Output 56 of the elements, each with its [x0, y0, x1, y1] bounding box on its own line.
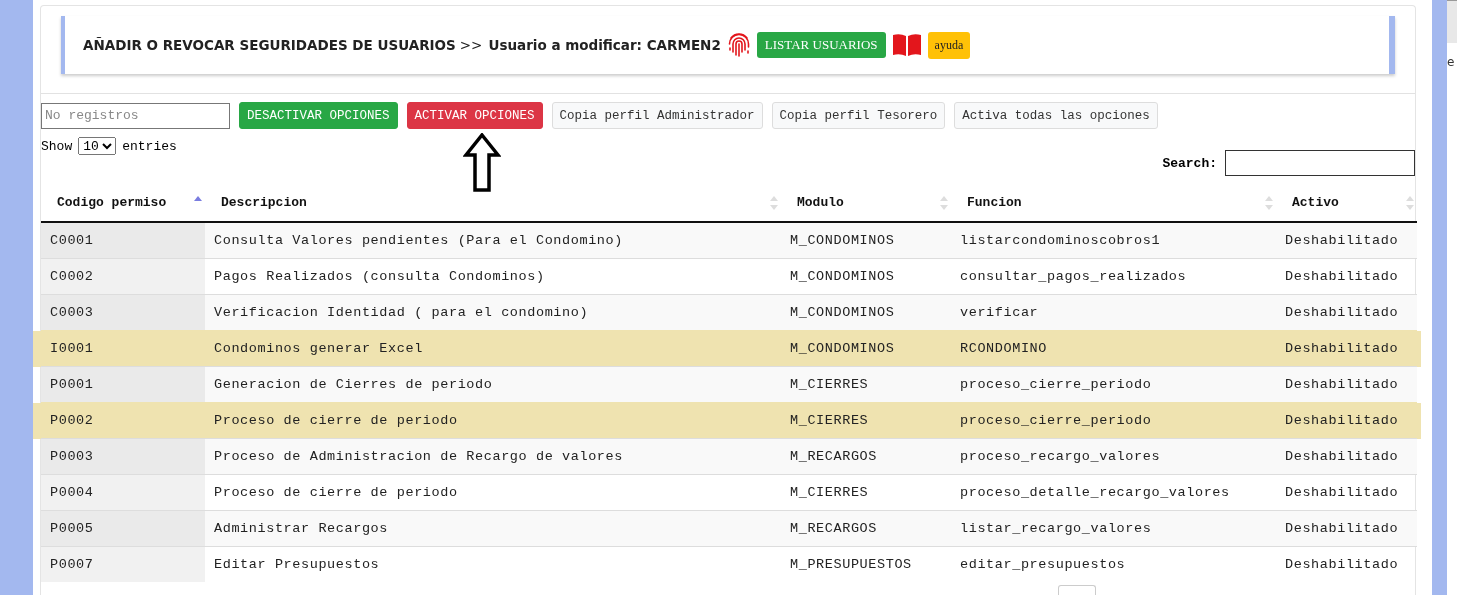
table-cell: C0003 [41, 294, 205, 331]
table-cell: Consulta Valores pendientes (Para el Condomino) [205, 222, 781, 259]
table-cell: Proceso de cierre de periodo [205, 402, 781, 439]
table-cell: RCONDOMINO [951, 330, 1276, 367]
table-cell: proceso_recargo_valores [951, 438, 1276, 475]
page-title: AÑADIR O REVOCAR SEGURIDADES DE USUARIOS [83, 37, 456, 53]
table-cell: Deshabilitado [1276, 510, 1417, 547]
option-button[interactable]: Activa todas las opciones [954, 102, 1158, 129]
table-cell: P0005 [41, 510, 205, 547]
table-cell: M_CONDOMINOS [781, 294, 951, 331]
book-icon [891, 33, 922, 57]
table-cell: proceso_cierre_periodo [951, 402, 1276, 439]
table-cell: Deshabilitado [1276, 438, 1417, 475]
table-cell: M_RECARGOS [781, 510, 951, 547]
side-text: e [1447, 54, 1456, 69]
help-button[interactable]: ayuda [927, 31, 971, 59]
breadcrumb-separator: >> [459, 37, 483, 53]
table-cell: Deshabilitado [1276, 222, 1417, 259]
table-cell: M_CIERRES [781, 366, 951, 403]
search-label: Search: [1162, 155, 1217, 171]
user-label: Usuario a modificar: CARMEN2 [488, 37, 721, 53]
show-label: Show [41, 138, 73, 154]
search-field[interactable] [1225, 150, 1415, 176]
table-cell: M_RECARGOS [781, 438, 951, 475]
table-cell: proceso_cierre_periodo [951, 366, 1276, 403]
table-cell: Condominos generar Excel [205, 330, 781, 367]
activate-button[interactable]: ACTIVAR OPCIONES [406, 102, 543, 129]
table-cell: Deshabilitado [1276, 294, 1417, 331]
table-cell: Deshabilitado [1276, 546, 1417, 582]
table-cell: C0002 [41, 258, 205, 295]
up-arrow-icon [463, 133, 501, 193]
option-button[interactable]: Copia perfil Administrador [551, 102, 763, 129]
table-cell: M_CONDOMINOS [781, 330, 951, 367]
table-cell: Administrar Recargos [205, 510, 781, 547]
table-cell: P0007 [41, 546, 205, 582]
table-cell: editar_presupuestos [951, 546, 1276, 582]
table-cell: Editar Presupuestos [205, 546, 781, 582]
option-button[interactable]: Copia perfil Tesorero [771, 102, 946, 129]
fingerprint-icon [726, 32, 751, 58]
table-cell: M_CIERRES [781, 402, 951, 439]
table-cell: listar_recargo_valores [951, 510, 1276, 547]
table-cell: M_CONDOMINOS [781, 222, 951, 259]
entries-select[interactable]: 10 [78, 137, 117, 155]
table-cell: C0001 [41, 222, 205, 259]
table-cell: Deshabilitado [1276, 366, 1417, 403]
table-cell: P0003 [41, 438, 205, 475]
table-cell: P0001 [41, 366, 205, 403]
table-cell: listarcondominoscobros1 [951, 222, 1276, 259]
entries-label: entries [122, 138, 177, 154]
table-cell: P0004 [41, 474, 205, 511]
table-cell: Generacion de Cierres de periodo [205, 366, 781, 403]
table-cell: M_PRESUPUESTOS [781, 546, 951, 582]
table-cell: Proceso de Administracion de Recargo de valores [205, 438, 781, 475]
table-cell: Verificacion Identidad ( para el condomino) [205, 294, 781, 331]
records-field[interactable]: No registros [41, 102, 230, 129]
table-cell: verificar [951, 294, 1276, 331]
